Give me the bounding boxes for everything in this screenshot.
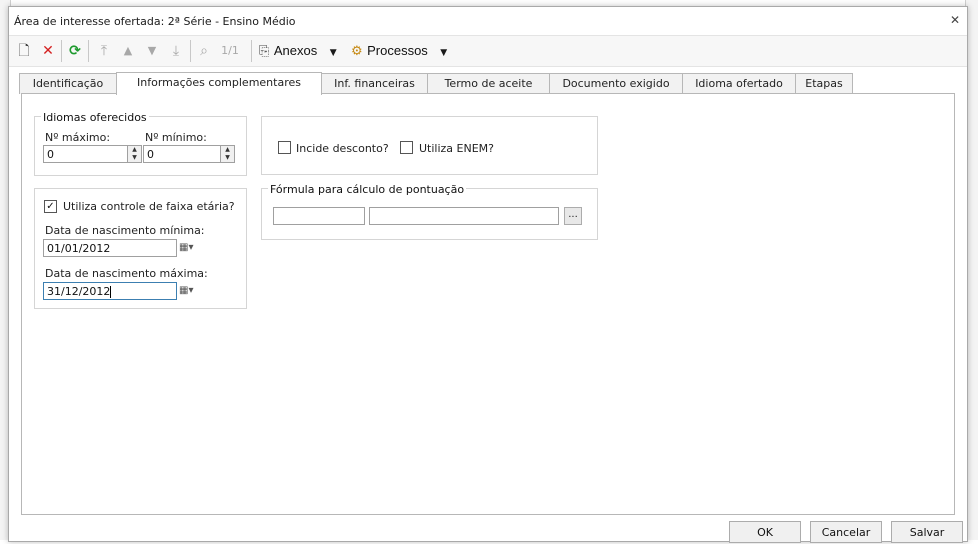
min-languages-input[interactable]: 0 [143, 145, 221, 163]
toolbar-separator [61, 40, 62, 62]
max-languages-input[interactable]: 0 [43, 145, 128, 163]
window-title: Área de interesse ofertada: 2ª Série - E… [14, 15, 296, 28]
age-control-label: Utiliza controle de faixa etária? [63, 200, 235, 213]
tab-termo-de-aceite[interactable]: Termo de aceite [427, 73, 550, 94]
toolbar-separator [190, 40, 191, 62]
dialog-window: Área de interesse ofertada: 2ª Série - E… [8, 6, 968, 543]
tab-informacoes-complementares[interactable]: Informações complementares [116, 72, 322, 95]
binoculars-icon[interactable]: ⌕ [195, 41, 213, 61]
spin-up-icon[interactable]: ▲ [221, 146, 234, 154]
discount-label: Incide desconto? [296, 142, 389, 155]
enem-label: Utiliza ENEM? [419, 142, 495, 155]
max-languages-spinner[interactable]: ▲ ▼ [128, 145, 142, 163]
chevron-down-icon: ▼ [440, 48, 448, 58]
record-counter: 1/1 [221, 44, 239, 57]
refresh-icon[interactable]: ⟳ [66, 41, 84, 61]
max-languages-label: Nº máximo: [45, 131, 111, 144]
last-record-icon[interactable]: ⤓ [167, 41, 185, 61]
tab-panel: Idiomas oferecidos Nº máximo: 0 ▲ ▼ Nº mí… [21, 93, 955, 515]
processes-button[interactable]: ⚙ Processos ▼ [351, 41, 451, 61]
chevron-down-icon: ▼ [329, 48, 337, 58]
enem-checkbox[interactable] [400, 141, 413, 154]
spin-down-icon[interactable]: ▼ [221, 154, 234, 162]
languages-group: Idiomas oferecidos Nº máximo: 0 ▲ ▼ Nº mí… [34, 111, 247, 176]
close-icon[interactable]: ✕ [947, 12, 963, 28]
age-control-checkbox[interactable]: ✓ [44, 200, 57, 213]
tab-documento-exigido[interactable]: Documento exigido [549, 73, 683, 94]
options-group: Incide desconto? Utiliza ENEM? [261, 116, 598, 175]
attachments-label: Anexos [273, 43, 318, 58]
birth-date-max-label: Data de nascimento máxima: [45, 267, 208, 280]
calendar-dropdown-icon[interactable]: ▦▾ [179, 282, 211, 300]
first-record-icon[interactable]: ⤒ [95, 41, 113, 61]
processes-label: Processos [367, 43, 428, 58]
formula-browse-button[interactable]: ... [564, 207, 582, 225]
discount-checkbox[interactable] [278, 141, 291, 154]
spin-down-icon[interactable]: ▼ [128, 154, 141, 162]
tab-inf-financeiras[interactable]: Inf. financeiras [321, 73, 428, 94]
toolbar-separator [251, 40, 252, 62]
text-caret [110, 286, 112, 298]
attachments-button[interactable]: ⎘ Anexos ▼ [259, 41, 345, 61]
birth-date-min-label: Data de nascimento mínima: [45, 224, 205, 237]
previous-record-icon[interactable]: ▲ [119, 41, 137, 61]
delete-icon[interactable]: ✕ [39, 41, 57, 61]
tab-etapas[interactable]: Etapas [795, 73, 853, 94]
tab-identificacao[interactable]: Identificação [19, 73, 117, 94]
age-control-group: ✓ Utiliza controle de faixa etária? Data… [34, 188, 247, 309]
calendar-dropdown-icon[interactable]: ▦▾ [179, 239, 211, 257]
formula-group-title: Fórmula para cálculo de pontuação [268, 183, 467, 196]
toolbar-separator [88, 40, 89, 62]
min-languages-label: Nº mínimo: [145, 131, 207, 144]
next-record-icon[interactable]: ▼ [143, 41, 161, 61]
birth-date-max-input[interactable]: 31/12/2012 [43, 282, 177, 300]
languages-group-title: Idiomas oferecidos [41, 111, 149, 124]
title-bar: Área de interesse ofertada: 2ª Série - E… [9, 7, 967, 35]
min-languages-spinner[interactable]: ▲ ▼ [221, 145, 235, 163]
new-record-icon[interactable]: 🗋 [15, 41, 33, 61]
toolbar: 🗋 ✕ ⟳ ⤒ ▲ ▼ ⤓ ⌕ 1/1 ⎘ Anexos ▼ ⚙ Process… [9, 35, 967, 67]
paperclip-icon: ⎘ [259, 44, 270, 59]
spin-up-icon[interactable]: ▲ [128, 146, 141, 154]
formula-code-input[interactable] [273, 207, 365, 225]
formula-group: Fórmula para cálculo de pontuação ... [261, 183, 598, 240]
birth-date-max-value: 31/12/2012 [47, 285, 111, 298]
birth-date-min-input[interactable]: 01/01/2012 [43, 239, 177, 257]
formula-description-input[interactable] [369, 207, 559, 225]
gears-icon: ⚙ [351, 44, 363, 59]
tab-idioma-ofertado[interactable]: Idioma ofertado [682, 73, 796, 94]
